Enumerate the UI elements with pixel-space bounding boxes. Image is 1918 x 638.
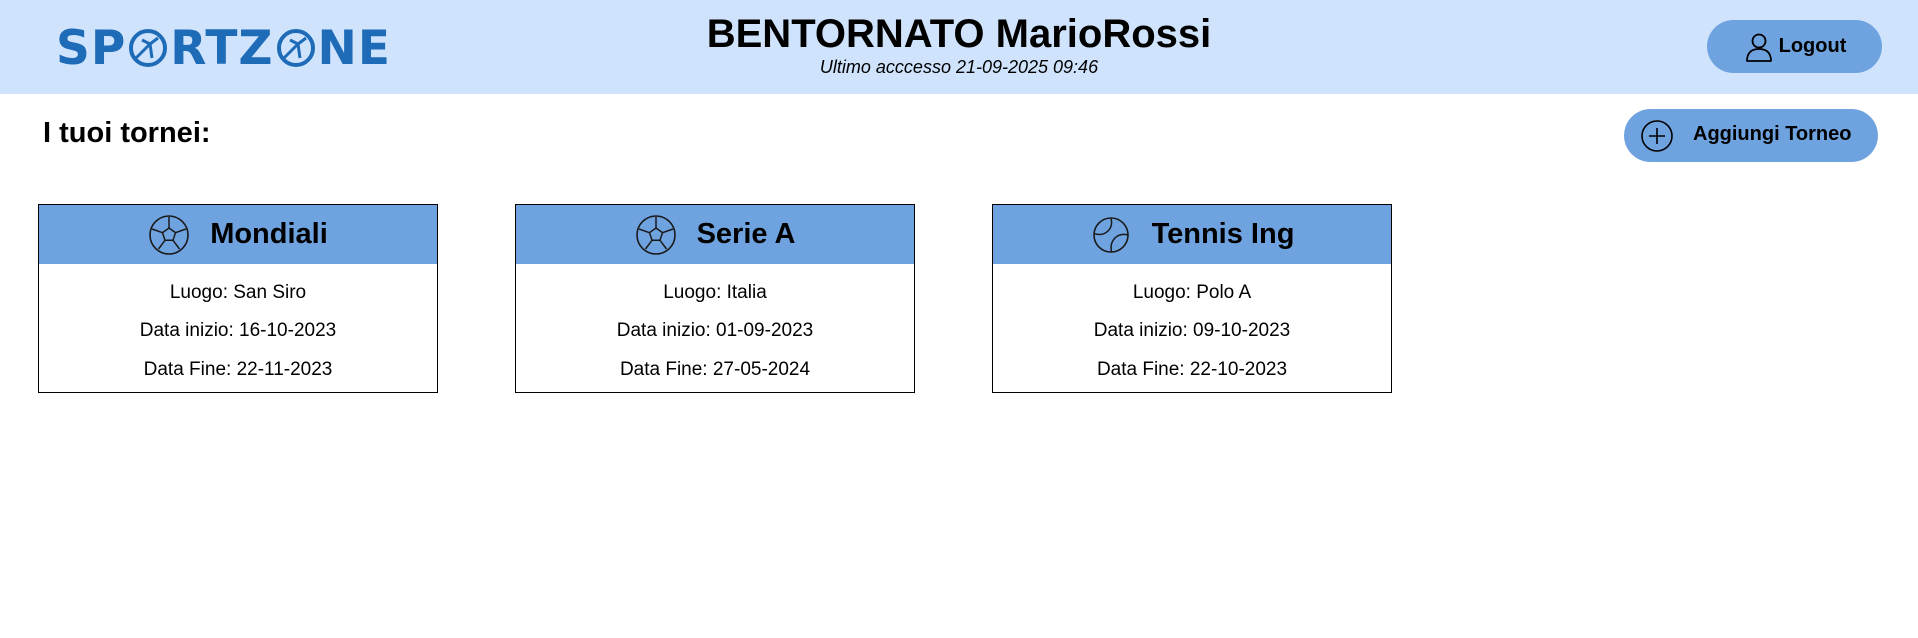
tournament-card-header: Mondiali: [39, 205, 437, 264]
tournament-location: Luogo: Polo A: [1132, 282, 1252, 303]
tournament-location: Luogo: Italia: [663, 282, 767, 303]
tennis-ball-icon: [1090, 214, 1132, 256]
tournament-start-date: Data inizio: 01-09-2023: [616, 320, 814, 341]
user-icon: [1743, 31, 1775, 63]
soccer-ball-icon: [148, 214, 190, 256]
tournament-end-date: Data Fine: 27-05-2024: [619, 359, 811, 380]
tournament-start-date: Data inizio: 16-10-2023: [139, 320, 337, 341]
tournament-card[interactable]: Tennis Ing Luogo: Polo A Data inizio: 09…: [992, 204, 1392, 393]
tournament-location: Luogo: San Siro: [169, 282, 307, 303]
tournament-card-header: Serie A: [516, 205, 914, 264]
tournament-end-date: Data Fine: 22-10-2023: [1096, 359, 1288, 380]
add-tournament-label: Aggiungi Torneo: [1693, 123, 1852, 145]
tournament-name: Mondiali: [210, 218, 328, 250]
tournament-start-date: Data inizio: 09-10-2023: [1093, 320, 1291, 341]
logout-label: Logout: [1778, 35, 1847, 57]
tournament-card[interactable]: Serie A Luogo: Italia Data inizio: 01-09…: [515, 204, 915, 393]
tournament-name: Tennis Ing: [1151, 218, 1295, 250]
add-tournament-button[interactable]: Aggiungi Torneo: [1624, 109, 1878, 162]
welcome-title: BENTORNATO MarioRossi: [706, 12, 1212, 56]
tournaments-section-title: I tuoi tornei:: [43, 117, 211, 149]
tournament-end-date: Data Fine: 22-11-2023: [143, 359, 333, 380]
tournament-name: Serie A: [696, 218, 796, 250]
tournament-card[interactable]: Mondiali Luogo: San Siro Data inizio: 16…: [38, 204, 438, 393]
last-access-text: Ultimo acccesso 21-09-2025 09:46: [819, 57, 1099, 77]
tournament-card-header: Tennis Ing: [993, 205, 1391, 264]
logout-button[interactable]: Logout: [1707, 20, 1882, 73]
plus-circle-icon: [1640, 119, 1674, 153]
top-header: SP RTZ NE BENTORNATO MarioRossi Ultimo a…: [0, 0, 1918, 94]
soccer-ball-icon: [635, 214, 677, 256]
